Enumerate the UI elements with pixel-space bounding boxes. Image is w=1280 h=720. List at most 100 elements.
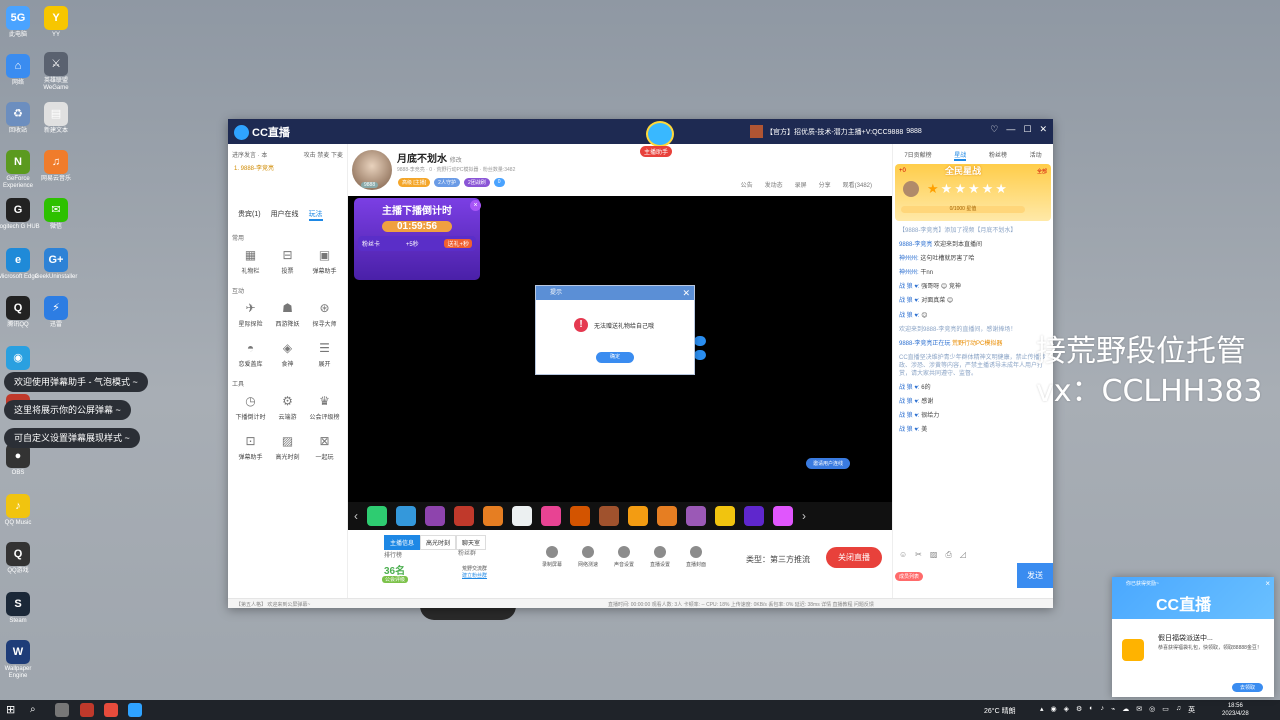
gift-icon[interactable]: [541, 506, 561, 526]
favorite-icon[interactable]: ♡: [990, 124, 998, 135]
left-tab[interactable]: 用户在线: [271, 209, 299, 221]
chat-user[interactable]: 战 狼 ♥:: [899, 284, 920, 290]
desktop-icon[interactable]: G+ GeekUninstaller: [34, 248, 78, 281]
gift-icon[interactable]: [599, 506, 619, 526]
chat-user[interactable]: 神州州:: [899, 270, 919, 276]
desktop-icon[interactable]: ● OBS: [0, 444, 40, 477]
tool-button[interactable]: ⊠ 一起玩: [306, 430, 343, 466]
tray-icon[interactable]: ◈: [1064, 705, 1069, 715]
desktop-icon[interactable]: ◉: [0, 346, 40, 372]
tray-icon[interactable]: ♪: [1101, 705, 1105, 715]
gift-icon[interactable]: [483, 506, 503, 526]
taskbar-app-icon[interactable]: [55, 703, 69, 717]
chat-tool-icon[interactable]: ✂: [915, 550, 922, 560]
close-button[interactable]: ✕: [1039, 124, 1047, 135]
right-tab[interactable]: 活动: [1030, 150, 1042, 161]
send-button[interactable]: 发送: [1017, 563, 1053, 588]
chat-tool-icon[interactable]: ◿: [960, 550, 966, 560]
tray-icon[interactable]: ▴: [1040, 705, 1044, 715]
gift-icon[interactable]: [454, 506, 474, 526]
desktop-icon[interactable]: ♫ 网易云音乐: [34, 150, 78, 183]
chat-user[interactable]: 战 狼 ♥:: [899, 298, 920, 304]
anchor-action[interactable]: 观看(3482): [843, 180, 872, 189]
gift-icon[interactable]: [628, 506, 648, 526]
input-lang[interactable]: 英: [1188, 705, 1195, 715]
chat-user[interactable]: 9888-李竞亮: [899, 242, 932, 248]
anchor-action[interactable]: 录屏: [795, 180, 807, 189]
tool-button[interactable]: ▣ 弹幕助手: [306, 244, 343, 280]
tool-button[interactable]: ⊛ 探寻大师: [306, 297, 343, 333]
chat-user[interactable]: 战 狼 ♥:: [899, 427, 920, 433]
member-list-pill[interactable]: 成员列表: [895, 572, 924, 581]
blue-toggle[interactable]: [694, 350, 706, 360]
right-tab[interactable]: 星战: [954, 150, 967, 161]
right-tab[interactable]: 粉丝榜: [989, 150, 1007, 161]
stream-type-label[interactable]: 类型：第三方推流: [746, 554, 810, 565]
tool-button[interactable]: ⚙ 云端游: [269, 390, 306, 426]
create-group-link[interactable]: 建立粉丝群: [462, 573, 487, 579]
chat-user[interactable]: 战 狼 ♥:: [899, 399, 920, 405]
chevron-right-icon[interactable]: ›: [802, 509, 806, 523]
close-live-button[interactable]: 关闭直播: [826, 547, 882, 568]
weather-widget[interactable]: 26°C 晴朗: [984, 706, 1016, 716]
clock[interactable]: 18:56 2023/4/28: [1222, 702, 1249, 718]
bottom-tab[interactable]: 高光时刻: [420, 535, 457, 550]
star-all-link[interactable]: 全部: [1037, 168, 1047, 175]
close-icon[interactable]: ×: [470, 200, 481, 211]
volume-icon[interactable]: ♫: [1176, 705, 1181, 715]
notification-close-icon[interactable]: ×: [1265, 579, 1270, 588]
star-battle-card[interactable]: +0 全民星战 全部 ★★★★★★ 0/1000 星值: [895, 164, 1051, 221]
tray-icon[interactable]: ◎: [1149, 705, 1155, 715]
gift-icon[interactable]: [715, 506, 735, 526]
claim-button[interactable]: 去领取: [1232, 683, 1264, 692]
chat-user[interactable]: 战 狼 ♥:: [899, 413, 920, 419]
desktop-icon[interactable]: ♪ QQ Music: [0, 494, 40, 527]
tray-icon[interactable]: ⌁: [1111, 705, 1115, 715]
control-button[interactable]: 网络测速: [574, 546, 602, 568]
right-tab[interactable]: 7日贡献榜: [904, 150, 931, 161]
mascot-tag[interactable]: 主播助手: [640, 146, 673, 157]
gift-icon[interactable]: [744, 506, 764, 526]
tool-button[interactable]: ☗ 西游降妖: [269, 297, 306, 333]
anchor-action[interactable]: 发动态: [765, 180, 783, 189]
mic-actions[interactable]: 攻击 禁麦 下麦: [304, 150, 343, 159]
tool-button[interactable]: ⊡ 弹幕助手: [232, 430, 269, 466]
netease-icon[interactable]: [104, 703, 118, 717]
tray-icon[interactable]: ◉: [1051, 705, 1057, 715]
gift-icon[interactable]: [396, 506, 416, 526]
chat-tool-icon[interactable]: ☺: [899, 550, 907, 560]
anchor-action[interactable]: 公告: [741, 180, 753, 189]
dialog-close-icon[interactable]: ✕: [682, 286, 690, 300]
gift-icon[interactable]: [686, 506, 706, 526]
anchor-badge[interactable]: 2人守护: [434, 178, 460, 187]
tool-button[interactable]: ◓ 恋爱盖库: [232, 337, 269, 373]
tray-icon[interactable]: ◐: [1089, 705, 1093, 715]
edit-name-link[interactable]: 修改: [450, 158, 462, 164]
network-icon[interactable]: ▭: [1162, 705, 1169, 715]
tool-button[interactable]: ◈ 食神: [269, 337, 306, 373]
tray-icon[interactable]: ⚙: [1076, 705, 1082, 715]
control-button[interactable]: 声音设置: [610, 546, 638, 568]
chat-user[interactable]: 9888-李竞亮正在玩: [899, 341, 950, 347]
anchor-badge[interactable]: 高级 [主播]: [398, 178, 431, 187]
chevron-left-icon[interactable]: ‹: [354, 509, 358, 523]
control-button[interactable]: 直播封面: [682, 546, 710, 568]
tool-button[interactable]: ☰ 展开: [306, 337, 343, 373]
search-icon[interactable]: ⌕: [30, 703, 44, 717]
chat-tool-icon[interactable]: ⎙: [945, 550, 951, 560]
desktop-icon[interactable]: ▤ 新建文本: [34, 102, 78, 135]
chat-tool-icon[interactable]: ▨: [930, 550, 938, 560]
left-tab[interactable]: 玩法: [308, 209, 323, 221]
chat-user[interactable]: 战 狼 ♥:: [899, 313, 920, 319]
mic-queue-item[interactable]: 1. 9888-李竞亮: [228, 161, 347, 201]
desktop-icon[interactable]: ⚡ 迅雷: [34, 296, 78, 329]
cc-live-taskbar-icon[interactable]: [128, 703, 142, 717]
gift-icon[interactable]: [657, 506, 677, 526]
maximize-button[interactable]: ☐: [1023, 124, 1031, 135]
control-button[interactable]: 录制屏幕: [538, 546, 566, 568]
mic-order-label[interactable]: 进序发言 · 本: [232, 150, 267, 159]
tray-icon[interactable]: ✉: [1136, 705, 1142, 715]
tool-button[interactable]: ◷ 下播倒计时: [232, 390, 269, 426]
gift-icon[interactable]: [773, 506, 793, 526]
desktop-icon[interactable]: ⚔ 英雄联盟WeGame: [34, 52, 78, 92]
